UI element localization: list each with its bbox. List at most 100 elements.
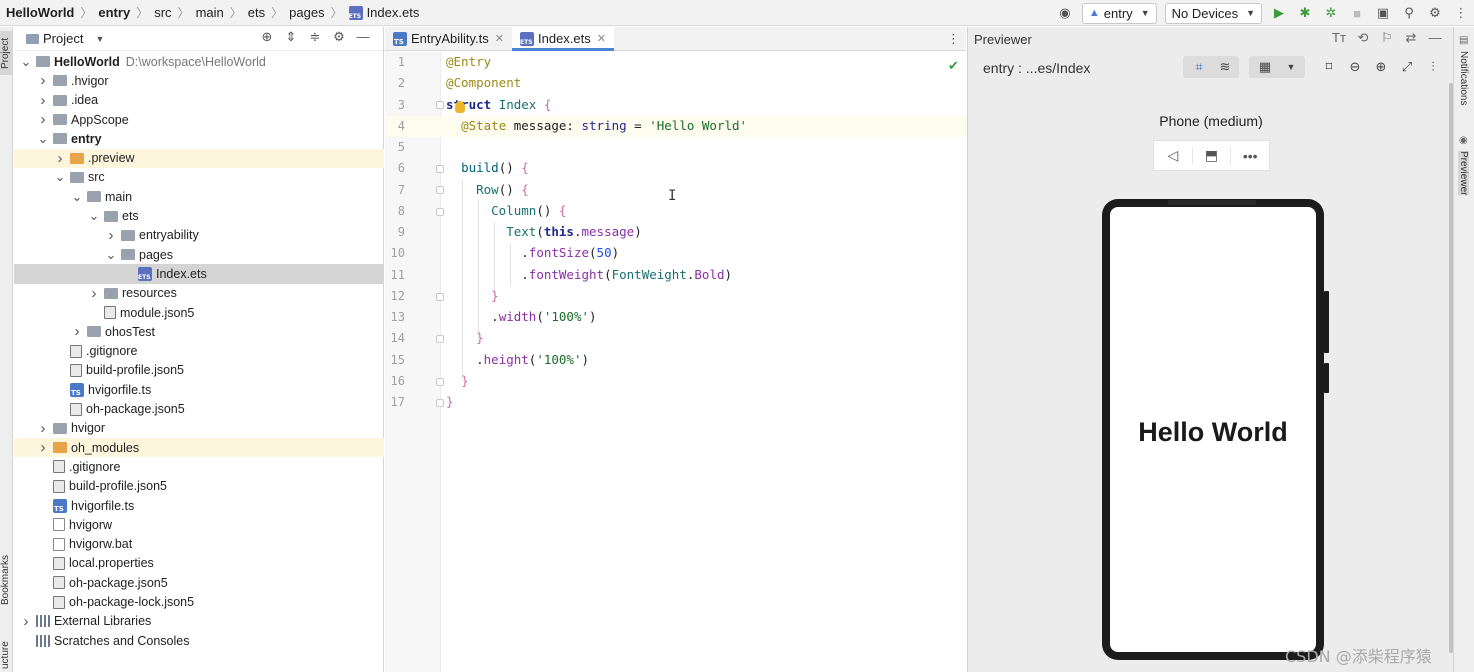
tree-item[interactable]: › oh_modules — [14, 438, 384, 458]
close-icon[interactable]: ✕ — [597, 32, 606, 45]
tree-item[interactable]: oh-package.json5 — [14, 573, 384, 592]
breadcrumb-item-project[interactable]: HelloWorld — [6, 5, 74, 20]
chevron-right-icon[interactable]: › — [71, 323, 83, 340]
tree-item[interactable]: oh-package.json5 — [14, 399, 384, 418]
fold-marker[interactable] — [436, 399, 444, 407]
previewer-tool-tab[interactable]: Previewer — [1458, 151, 1469, 196]
tree-item[interactable]: ⌄ pages — [14, 245, 384, 264]
breadcrumb-item-src[interactable]: src — [154, 5, 171, 20]
fold-marker[interactable] — [436, 165, 444, 173]
chevron-down-icon[interactable]: ⌄ — [105, 248, 117, 261]
fold-marker[interactable] — [436, 186, 444, 194]
split-icon[interactable]: ⫶ — [1421, 56, 1445, 78]
grid-view-icon[interactable]: ▦ — [1253, 56, 1277, 78]
tree-item[interactable]: hvigorw — [14, 515, 384, 534]
tree-item[interactable]: Scratches and Consoles — [14, 631, 384, 650]
chevron-right-icon[interactable]: › — [20, 613, 32, 630]
settings-icon[interactable]: ⚙ — [1424, 2, 1446, 24]
more-icon[interactable]: ⋮ — [1450, 2, 1472, 24]
tree-item[interactable]: › .hvigor — [14, 71, 384, 90]
tree-item[interactable]: local.properties — [14, 554, 384, 573]
tree-item[interactable]: › AppScope — [14, 110, 384, 129]
breadcrumb-item-main[interactable]: main — [196, 5, 224, 20]
device-selector[interactable]: No Devices ▼ — [1164, 2, 1262, 24]
attach-debugger-icon[interactable]: ✲ — [1320, 2, 1342, 24]
more-icon[interactable]: ⋮ — [947, 31, 960, 47]
fold-marker[interactable] — [436, 335, 444, 343]
chevron-down-icon[interactable]: ⌄ — [37, 132, 49, 145]
project-view-selector[interactable]: Project — [43, 31, 83, 46]
debug-icon[interactable]: ✱ — [1294, 2, 1316, 24]
stop-icon[interactable]: ■ — [1346, 2, 1368, 24]
project-tool-tab[interactable]: Project — [0, 31, 13, 75]
chevron-right-icon[interactable]: › — [37, 92, 49, 109]
chevron-right-icon[interactable]: › — [37, 111, 49, 128]
chevron-right-icon[interactable]: › — [37, 420, 49, 437]
gear-icon[interactable]: ⚙ — [327, 29, 351, 45]
tree-item[interactable]: › resources — [14, 284, 384, 303]
sync-icon[interactable]: ⇄ — [1399, 30, 1423, 46]
tree-item[interactable]: module.json5 — [14, 303, 384, 322]
tree-item[interactable]: ⌄ entry — [14, 129, 384, 148]
fold-marker[interactable] — [436, 378, 444, 386]
tree-item[interactable]: ⌄ ets — [14, 206, 384, 225]
chevron-down-icon[interactable]: ⌄ — [88, 209, 100, 222]
search-icon[interactable]: ⚲ — [1398, 2, 1420, 24]
breadcrumb-item-pages[interactable]: pages — [289, 5, 324, 20]
refresh-icon[interactable]: ⟲ — [1351, 30, 1375, 46]
structure-tool-tab[interactable]: ucture — [0, 639, 13, 672]
tree-item[interactable]: ⌄ src — [14, 168, 384, 187]
breadcrumb-item-module[interactable]: entry — [98, 5, 130, 20]
chevron-down-icon[interactable]: ⌄ — [20, 55, 32, 68]
chevron-down-icon[interactable]: ▼ — [95, 34, 104, 44]
fold-marker[interactable] — [436, 293, 444, 301]
phone-screen[interactable]: Hello World — [1110, 207, 1316, 652]
chevron-right-icon[interactable]: › — [37, 439, 49, 456]
back-icon[interactable]: ◁ — [1154, 147, 1193, 164]
minimize-icon[interactable]: — — [1423, 30, 1447, 46]
fold-marker[interactable] — [436, 101, 444, 109]
tree-item[interactable]: oh-package-lock.json5 — [14, 592, 384, 611]
crop-icon[interactable]: ⌑ — [1317, 56, 1341, 78]
tree-item[interactable]: .gitignore — [14, 342, 384, 361]
collapse-all-icon[interactable]: ≑ — [303, 29, 327, 45]
chevron-down-icon[interactable]: ▼ — [1279, 56, 1303, 78]
chevron-right-icon[interactable]: › — [105, 227, 117, 244]
tree-item[interactable]: › .preview — [14, 148, 384, 168]
tree-item[interactable]: build-profile.json5 — [14, 477, 384, 496]
chevron-down-icon[interactable]: ⌄ — [54, 170, 66, 183]
chevron-right-icon[interactable]: › — [54, 150, 66, 167]
font-size-icon[interactable]: Tт — [1327, 30, 1351, 46]
chevron-down-icon[interactable]: ⌄ — [71, 190, 83, 203]
chevron-right-icon[interactable]: › — [88, 285, 100, 302]
breadcrumb-item-file[interactable]: Index.ets — [367, 5, 420, 20]
zoom-in-icon[interactable]: ⊕ — [1369, 56, 1393, 78]
tree-item[interactable]: hvigorfile.ts — [14, 380, 384, 399]
fold-marker[interactable] — [436, 208, 444, 216]
chevron-right-icon[interactable]: › — [37, 72, 49, 89]
device-manager-icon[interactable]: ▣ — [1372, 2, 1394, 24]
expand-all-icon[interactable]: ⇕ — [279, 29, 303, 45]
pin-icon[interactable]: ⚐ — [1375, 30, 1399, 46]
tree-item[interactable]: › ohosTest — [14, 322, 384, 341]
tab-index[interactable]: Index.ets ✕ — [512, 26, 614, 51]
tree-item[interactable]: build-profile.json5 — [14, 361, 384, 380]
tab-entryability[interactable]: EntryAbility.ts ✕ — [385, 27, 512, 51]
zoom-out-icon[interactable]: ⊖ — [1343, 56, 1367, 78]
bookmarks-tool-tab[interactable]: Bookmarks — [0, 550, 13, 610]
tree-item[interactable]: hvigorfile.ts — [14, 496, 384, 515]
tree-item[interactable]: Index.ets — [14, 264, 384, 284]
tree-item[interactable]: ⌄ main — [14, 187, 384, 206]
module-selector[interactable]: ▲ entry ▼ — [1081, 2, 1157, 24]
layers-icon[interactable]: ≋ — [1213, 56, 1237, 78]
close-icon[interactable]: ✕ — [495, 32, 504, 45]
inspector-icon[interactable]: ⌗ — [1187, 56, 1211, 78]
lightbulb-icon[interactable] — [455, 101, 465, 113]
tree-item[interactable]: .gitignore — [14, 457, 384, 476]
tree-item[interactable]: › .idea — [14, 91, 384, 110]
notifications-tool-tab[interactable]: Notifications — [1458, 51, 1469, 105]
tree-item[interactable]: › entryability — [14, 226, 384, 245]
breadcrumb-item-ets[interactable]: ets — [248, 5, 265, 20]
hide-icon[interactable]: — — [351, 29, 375, 45]
tree-item[interactable]: › hvigor — [14, 419, 384, 438]
